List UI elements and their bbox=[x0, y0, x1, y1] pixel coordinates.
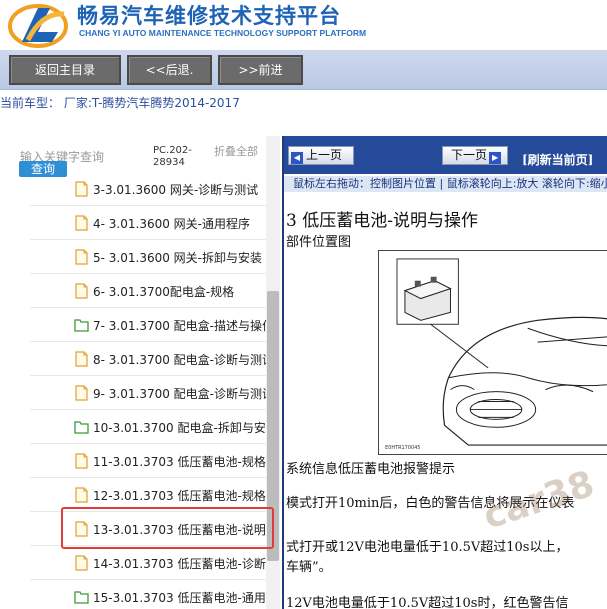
forward-button[interactable]: >>前进 bbox=[218, 55, 303, 85]
back-button[interactable]: <<后退. bbox=[127, 55, 212, 85]
paragraph-1: 系统信息低压蓄电池报警提示 bbox=[286, 462, 456, 477]
tree-item[interactable]: 11-3.01.3703 低压蓄电池-规格 bbox=[30, 444, 266, 478]
tree-item-label: 4- 3.01.3600 网关-通用程序 bbox=[93, 217, 250, 231]
app-header: 畅易汽车维修技术支持平台 CHANG YI AUTO MAINTENANCE T… bbox=[0, 0, 607, 50]
refresh-page-button[interactable]: [刷新当前页] bbox=[522, 151, 593, 168]
prev-page-button[interactable]: ◀ 上一页 bbox=[288, 146, 354, 165]
tree-item[interactable]: 7- 3.01.3700 配电盒-描述与操作 bbox=[30, 308, 266, 342]
file-icon bbox=[75, 453, 88, 469]
tree-item[interactable]: 6- 3.01.3700配电盒-规格 bbox=[30, 274, 266, 308]
tree-item-label: 9- 3.01.3700 配电盒-诊断与测试 bbox=[93, 387, 266, 401]
tree-item-label: 15-3.01.3703 低压蓄电池-通用程序 bbox=[93, 591, 266, 605]
pc-code: PC.202-28934 bbox=[153, 145, 192, 168]
tree-item-label: 11-3.01.3703 低压蓄电池-规格 bbox=[93, 455, 266, 469]
viewer-nav-bar: ◀ 上一页 下一页 ▶ [刷新当前页] bbox=[284, 136, 607, 174]
file-icon bbox=[75, 283, 88, 299]
tree-item[interactable]: 15-3.01.3703 低压蓄电池-通用程序 bbox=[30, 580, 266, 609]
folder-icon bbox=[74, 421, 89, 434]
tree-item-label: 12-3.01.3703 低压蓄电池-规格 bbox=[93, 489, 266, 503]
folder-icon bbox=[74, 319, 89, 332]
file-icon bbox=[75, 555, 88, 571]
arrow-right-icon: ▶ bbox=[489, 152, 502, 164]
file-icon bbox=[75, 385, 88, 401]
tree-item-label: 7- 3.01.3700 配电盒-描述与操作 bbox=[93, 319, 266, 333]
toolbar: 返回主目录 <<后退. >>前进 bbox=[0, 50, 607, 90]
watermark: car38 bbox=[478, 463, 600, 538]
svg-text:E0HTR170045: E0HTR170045 bbox=[385, 445, 420, 451]
viewer-hint: 鼠标左右拖动：控制图片位置 | 鼠标滚轮向上:放大 滚轮向下:缩小 bbox=[284, 176, 607, 192]
next-page-button[interactable]: 下一页 ▶ bbox=[442, 146, 508, 165]
tree-item[interactable]: 4- 3.01.3600 网关-通用程序 bbox=[30, 206, 266, 240]
prev-page-label: 上一页 bbox=[306, 148, 343, 162]
paragraph-5: 12V电池电量低于10.5V超过10s时，红色警告信 bbox=[286, 596, 569, 609]
arrow-left-icon: ◀ bbox=[291, 152, 303, 164]
app-title: 畅易汽车维修技术支持平台 bbox=[77, 4, 341, 28]
file-icon bbox=[75, 215, 88, 231]
tree-item[interactable]: 5- 3.01.3600 网关-拆卸与安装 bbox=[30, 240, 266, 274]
document-subtitle: 部件位置图 bbox=[286, 235, 352, 250]
next-page-label: 下一页 bbox=[451, 148, 488, 162]
logo-icon bbox=[8, 4, 68, 48]
tree-item-label: 10-3.01.3700 配电盒-拆卸与安装 bbox=[93, 421, 266, 435]
tree-item-label: 5- 3.01.3600 网关-拆卸与安装 bbox=[93, 251, 262, 265]
document-viewer: ◀ 上一页 下一页 ▶ [刷新当前页] 鼠标左右拖动：控制图片位置 | 鼠标滚轮向上… bbox=[282, 136, 607, 609]
selected-item-highlight bbox=[61, 507, 274, 549]
tree-item[interactable]: 8- 3.01.3700 配电盒-诊断与测试 bbox=[30, 342, 266, 376]
file-icon bbox=[75, 181, 88, 197]
tree-item[interactable]: 9- 3.01.3700 配电盒-诊断与测试 bbox=[30, 376, 266, 410]
paragraph-3: 式打开或12V电池电量低于10.5V超过10s以上， bbox=[286, 540, 569, 555]
file-icon bbox=[75, 487, 88, 503]
main-menu-button[interactable]: 返回主目录 bbox=[9, 55, 121, 85]
tree-item[interactable]: 3-3.01.3600 网关-诊断与测试 bbox=[30, 180, 266, 206]
collapse-all-button[interactable]: 折叠全部 bbox=[214, 145, 264, 158]
current-vehicle: 当前车型： 厂家:T-腾势汽车腾势2014-2017 bbox=[0, 96, 240, 110]
tree-item-label: 6- 3.01.3700配电盒-规格 bbox=[93, 285, 235, 299]
folder-icon bbox=[74, 591, 89, 604]
paragraph-4: 车辆”。 bbox=[286, 560, 332, 575]
file-icon bbox=[75, 249, 88, 265]
document-title: 3 低压蓄电池-说明与操作 bbox=[286, 211, 478, 231]
app-root: 畅易汽车维修技术支持平台 CHANG YI AUTO MAINTENANCE T… bbox=[0, 0, 607, 609]
battery-location-figure: E0HTR170045 bbox=[378, 250, 607, 455]
tree-item-label: 8- 3.01.3700 配电盒-诊断与测试 bbox=[93, 353, 266, 367]
query-button[interactable]: 查询 bbox=[19, 161, 67, 177]
app-subtitle: CHANG YI AUTO MAINTENANCE TECHNOLOGY SUP… bbox=[79, 28, 367, 38]
tree-item[interactable]: 10-3.01.3700 配电盒-拆卸与安装 bbox=[30, 410, 266, 444]
tree-item-label: 14-3.01.3703 低压蓄电池-诊断与测试 bbox=[93, 557, 266, 571]
file-icon bbox=[75, 351, 88, 367]
tree-item-label: 3-3.01.3600 网关-诊断与测试 bbox=[93, 183, 259, 197]
tree-item[interactable]: 14-3.01.3703 低压蓄电池-诊断与测试 bbox=[30, 546, 266, 580]
